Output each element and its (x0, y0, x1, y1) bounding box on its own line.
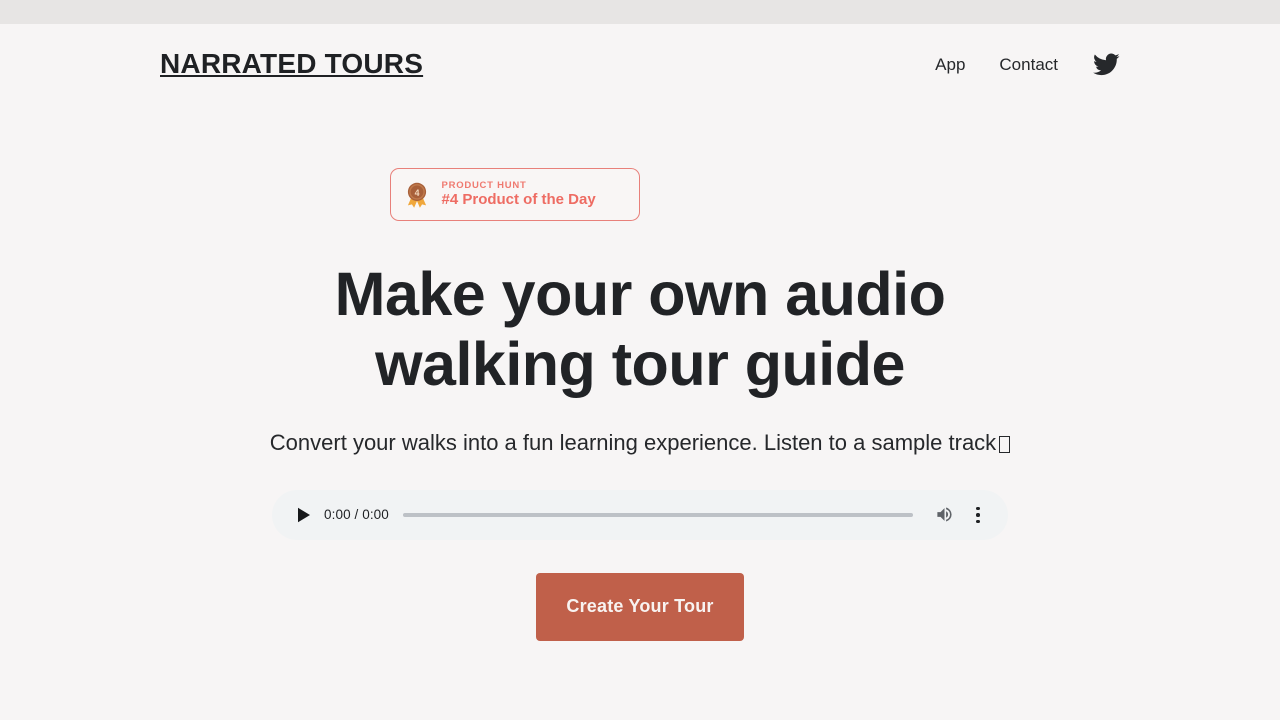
missing-glyph-icon (999, 436, 1011, 454)
product-hunt-title: #4 Product of the Day (441, 191, 596, 208)
hero-subheading-text: Convert your walks into a fun learning e… (269, 430, 997, 456)
hero-subheading: Convert your walks into a fun learning e… (269, 425, 1011, 461)
play-icon[interactable] (288, 499, 320, 531)
main-navigation: App Contact (935, 50, 1120, 78)
menu-dot (976, 513, 980, 517)
volume-icon[interactable] (929, 500, 959, 530)
medal-icon: 4 (403, 181, 431, 209)
site-logo[interactable]: NARRATED TOURS (160, 50, 423, 78)
browser-chrome-strip (0, 0, 1280, 24)
twitter-icon[interactable] (1092, 50, 1120, 78)
product-hunt-kicker: PRODUCT HUNT (441, 179, 527, 191)
product-hunt-badge-text: PRODUCT HUNT #4 Product of the Day (441, 179, 596, 209)
audio-progress-bar[interactable] (402, 512, 913, 517)
svg-text:4: 4 (414, 187, 419, 197)
audio-player[interactable]: 0:00 / 0:00 (272, 489, 1008, 540)
hero-section: 4 PRODUCT HUNT #4 Product of the Day Mak… (0, 104, 1280, 641)
site-header: NARRATED TOURS App Contact (0, 24, 1280, 104)
more-vertical-icon[interactable] (965, 500, 991, 530)
nav-link-app[interactable]: App (935, 56, 965, 73)
page-title: Make your own audio walking tour guide (334, 260, 946, 399)
audio-time-display: 0:00 / 0:00 (324, 507, 389, 523)
create-tour-button[interactable]: Create Your Tour (536, 572, 744, 641)
page-root: NARRATED TOURS App Contact 4 PRODUCT HUN… (0, 24, 1280, 720)
product-hunt-badge[interactable]: 4 PRODUCT HUNT #4 Product of the Day (389, 168, 640, 221)
nav-link-contact[interactable]: Contact (999, 56, 1058, 73)
menu-dot (976, 519, 980, 524)
menu-dot (976, 506, 980, 511)
